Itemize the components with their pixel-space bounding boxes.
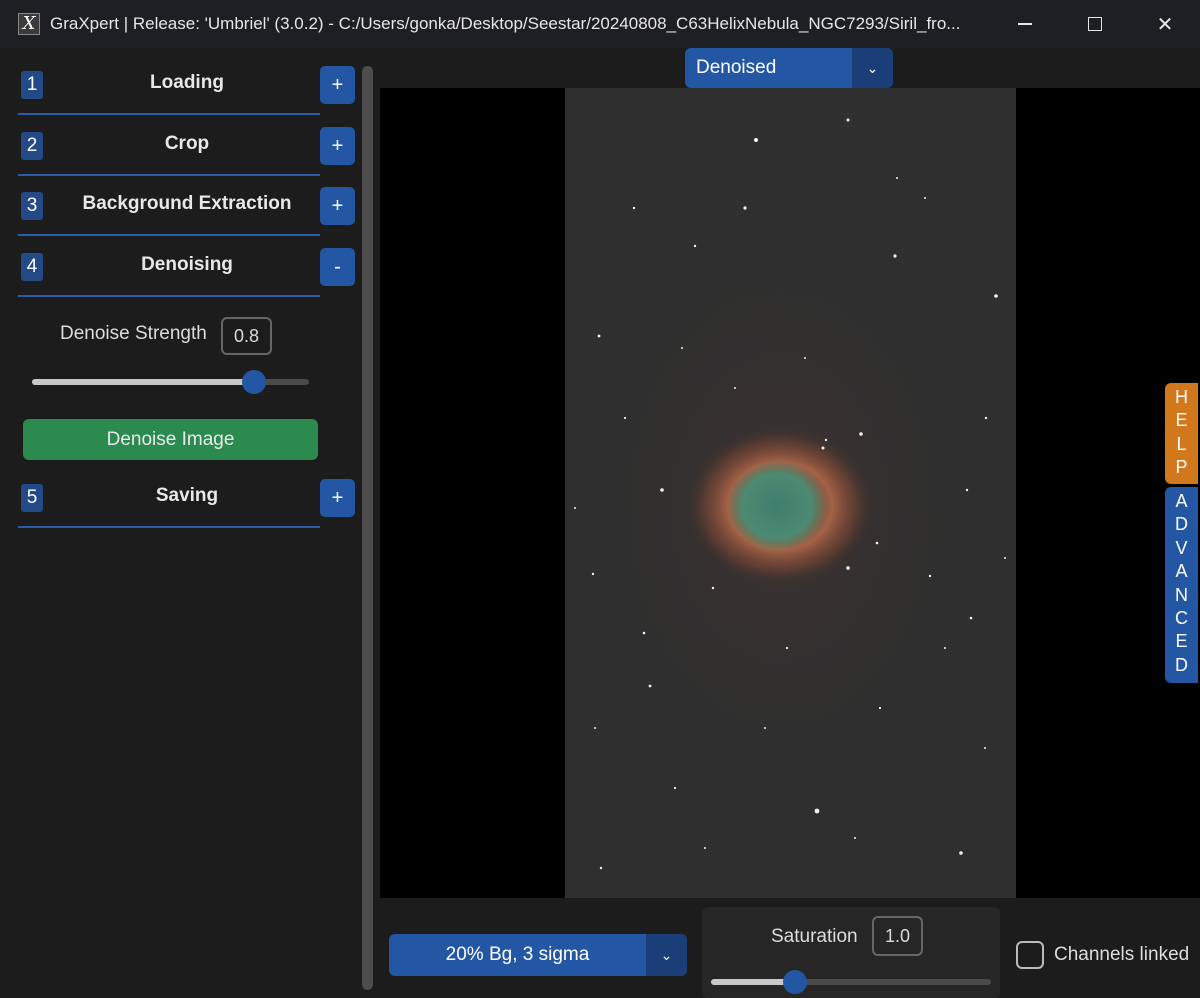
section-background-extraction: 3 Background Extraction + [18,169,356,236]
section-title[interactable]: Background Extraction [48,193,326,215]
section-saving: 5 Saving + [18,461,356,528]
section-denoising: 4 Denoising - [18,230,356,297]
saturation-slider[interactable] [711,970,991,994]
minimize-button[interactable] [990,0,1060,48]
window-title: GraXpert | Release: 'Umbriel' (3.0.2) - … [50,14,961,33]
denoise-strength-label: Denoise Strength [60,323,207,344]
expand-crop-button[interactable]: + [320,127,355,165]
maximize-button[interactable] [1060,0,1130,48]
saturation-panel: Saturation 1.0 [702,907,1000,998]
channels-linked-checkbox[interactable] [1016,941,1044,969]
denoise-strength-input[interactable]: 0.8 [221,317,272,355]
section-title[interactable]: Crop [48,133,326,155]
section-crop: 2 Crop + [18,109,356,176]
chevron-down-icon[interactable]: ⌄ [646,934,687,976]
close-button[interactable]: ✕ [1130,0,1200,48]
expand-loading-button[interactable]: + [320,66,355,104]
stretch-dropdown[interactable]: 20% Bg, 3 sigma ⌄ [389,934,687,976]
section-loading: 1 Loading + [18,48,356,115]
section-number: 5 [21,484,43,512]
denoise-image-button[interactable]: Denoise Image [23,419,318,460]
minimize-icon [1018,23,1032,25]
saturation-input[interactable]: 1.0 [872,916,923,956]
sidebar: 1 Loading + 2 Crop + 3 Background Extrac… [0,48,378,998]
section-number: 4 [21,253,43,281]
nebula-image[interactable] [565,88,1016,898]
image-canvas[interactable]: HELP ADVANCED [380,88,1200,898]
section-number: 1 [21,71,43,99]
section-title[interactable]: Loading [48,72,326,94]
expand-saving-button[interactable]: + [320,479,355,517]
denoise-strength-slider[interactable] [32,370,309,394]
display-mode-value: Denoised [696,57,777,78]
channels-linked-label: Channels linked [1054,944,1190,965]
slider-fill [32,379,254,385]
chevron-down-icon[interactable]: ⌄ [852,48,893,88]
section-number: 2 [21,132,43,160]
expand-background-extraction-button[interactable]: + [320,187,355,225]
collapse-denoising-button[interactable]: - [320,248,355,286]
close-icon: ✕ [1156,13,1174,36]
section-divider [18,526,320,528]
saturation-label: Saturation [771,926,858,947]
maximize-icon [1088,17,1102,31]
sidebar-scrollbar[interactable] [362,66,373,990]
stretch-value: 20% Bg, 3 sigma [445,944,590,965]
advanced-tab[interactable]: ADVANCED [1165,487,1198,683]
slider-handle[interactable] [241,370,266,394]
star-field [565,88,1016,898]
section-divider [18,295,320,297]
main-view: Denoised ⌄ H E L P A D V A N C E D 20% B… [380,48,1200,998]
section-number: 3 [21,192,43,220]
title-bar: X GraXpert | Release: 'Umbriel' (3.0.2) … [0,0,1200,48]
section-title[interactable]: Saving [48,485,326,507]
slider-handle[interactable] [783,970,807,994]
display-mode-dropdown[interactable]: Denoised ⌄ [685,48,893,88]
section-title[interactable]: Denoising [48,254,326,276]
help-tab[interactable]: HELP [1165,383,1198,484]
app-logo-icon: X [18,13,40,35]
